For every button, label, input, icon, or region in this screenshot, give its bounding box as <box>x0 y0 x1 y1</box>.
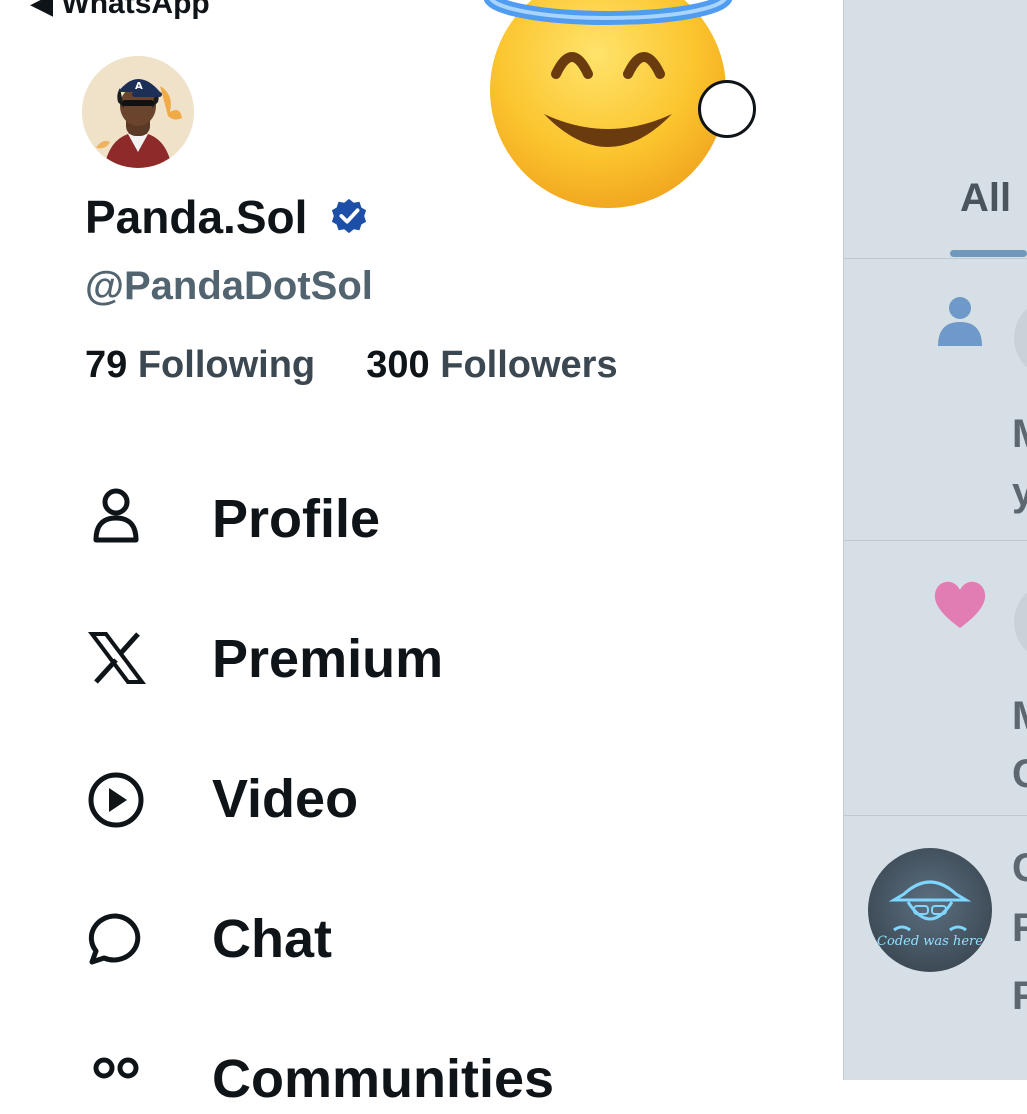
divider <box>844 540 1027 541</box>
display-name: Panda.Sol <box>85 191 308 243</box>
avatar-caption: Coded was here <box>877 934 983 949</box>
user-handle: @PandaDotSol <box>85 264 373 308</box>
person-follow-icon <box>938 297 982 346</box>
notification-avatar[interactable] <box>1014 298 1027 378</box>
notification-avatar[interactable] <box>1014 582 1027 662</box>
notification-text-fragment: C <box>1012 752 1027 796</box>
tab-all[interactable]: All <box>960 176 1011 221</box>
person-icon <box>93 488 139 543</box>
divider <box>844 258 1027 259</box>
followers-label: Followers <box>440 344 618 386</box>
notification-text-fragment: C <box>1012 846 1027 890</box>
menu-item-video[interactable]: Video <box>86 764 786 834</box>
menu-label-communities: Communities <box>212 1049 555 1109</box>
menu-item-communities[interactable]: Communities <box>86 1044 786 1114</box>
menu-item-chat[interactable]: Chat <box>86 904 786 974</box>
play-circle-icon <box>88 772 144 828</box>
back-to-whatsapp-link[interactable]: ◀ WhatsApp <box>30 0 210 21</box>
communities-icon <box>93 1057 139 1079</box>
following-label: Following <box>137 344 316 386</box>
menu-label-video: Video <box>212 769 359 829</box>
tab-all-indicator <box>950 250 1027 257</box>
following-count: 79 <box>85 344 128 386</box>
following-link[interactable]: 79 Following <box>85 344 326 386</box>
notification-text-fragment: F <box>1012 906 1027 950</box>
heart-like-icon <box>934 581 986 628</box>
x-logo-icon <box>88 632 146 684</box>
profile-avatar[interactable]: A <box>82 56 194 168</box>
menu-item-premium[interactable]: Premium <box>86 624 786 694</box>
more-options-button[interactable] <box>698 80 756 138</box>
avatar-illustration: A <box>82 56 194 168</box>
notification-text-fragment: M <box>1012 694 1027 739</box>
followers-count: 300 <box>366 344 430 386</box>
chat-bubble-icon <box>88 913 141 965</box>
menu-label-premium: Premium <box>212 629 444 689</box>
notification-text-fragment: y <box>1012 470 1027 514</box>
notifications-panel[interactable]: All M y M C Coded was here C F F <box>843 0 1027 1080</box>
divider <box>844 815 1027 816</box>
notification-text-fragment: M <box>1012 412 1027 457</box>
bucket-hat-figure-icon <box>888 880 972 932</box>
menu-item-profile[interactable]: Profile <box>86 484 786 554</box>
followers-link[interactable]: 300 Followers <box>366 344 617 386</box>
coded-avatar[interactable]: Coded was here <box>868 848 992 972</box>
follow-stats: 79 Following 300 Followers <box>85 344 618 387</box>
svg-text:A: A <box>135 81 143 92</box>
smiling-halo-emoji-icon <box>484 0 732 208</box>
menu-label-chat: Chat <box>212 909 332 969</box>
notification-text-fragment: F <box>1012 974 1027 1018</box>
verified-badge-icon <box>331 198 367 234</box>
menu-label-profile: Profile <box>212 489 381 549</box>
